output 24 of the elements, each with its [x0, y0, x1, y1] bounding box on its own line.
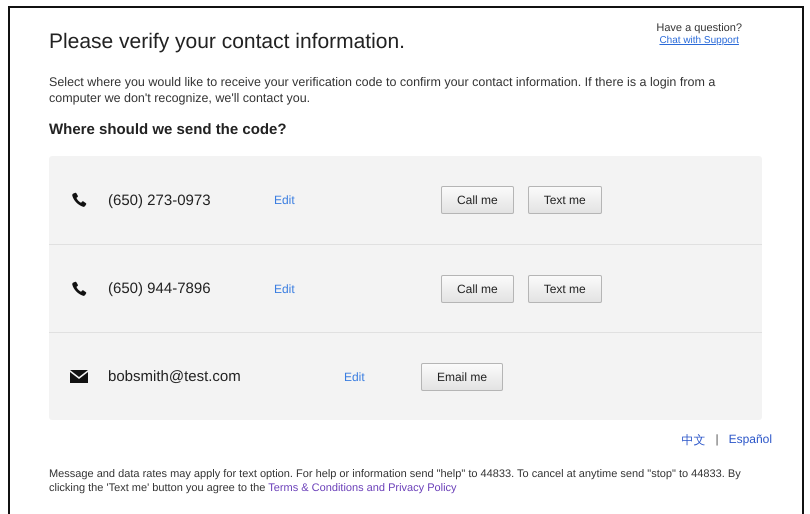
intro-text: Select where you would like to receive your verification code to confirm your contact information. If there is a login from a computer we don't recognize, we'll contact you. [49, 74, 716, 106]
edit-link[interactable]: Edit [344, 370, 365, 384]
terms-link[interactable]: Terms & Conditions and Privacy Policy [268, 482, 457, 494]
envelope-icon [70, 370, 88, 383]
contact-method-button[interactable]: Call me [441, 274, 514, 302]
contact-method-button[interactable]: Call me [441, 186, 514, 214]
email-address: bobsmith@test.com [108, 368, 242, 385]
footer-notice: Message and data rates may apply for text option. For help or information send "help" to 44833. To cancel at anytime send "stop" to 44833. By clicking the 'Text me' button you agree to the Terms & Conditions and Privacy Policy [49, 467, 742, 495]
language-link[interactable]: Español [728, 432, 772, 449]
edit-link[interactable]: Edit [274, 193, 295, 207]
phone-number: (650) 944-7896 [108, 280, 212, 297]
language-separator: | [716, 432, 719, 448]
language-link[interactable]: 中文 [682, 432, 706, 449]
page-title: Please verify your contact information. [49, 30, 405, 54]
phone-number: (650) 273-0973 [108, 192, 212, 208]
chat-support-link[interactable]: Chat with Support [659, 35, 739, 46]
contact-method-button[interactable]: Text me [528, 186, 602, 214]
contact-method-button[interactable]: Email me [421, 362, 504, 390]
help-question: Have a question? [656, 22, 742, 34]
edit-link[interactable]: Edit [274, 282, 295, 296]
phone-icon [70, 191, 88, 209]
contact-method-button[interactable]: Text me [528, 274, 602, 302]
section-heading: Where should we send the code? [49, 121, 288, 138]
phone-icon [70, 280, 88, 298]
